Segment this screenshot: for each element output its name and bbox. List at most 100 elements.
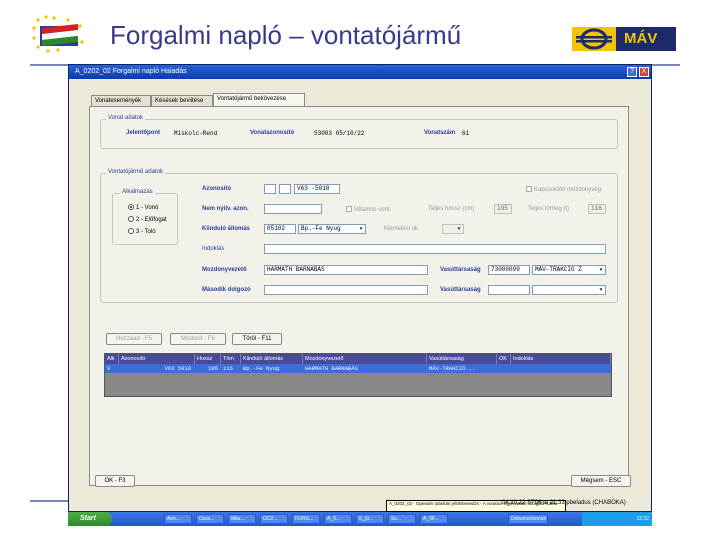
vehicle-prefix-field[interactable] (264, 184, 276, 194)
window-title: A_0202_02 Forgalmi napló Haladás (75, 68, 187, 75)
taskbar-item[interactable]: A_0F... (420, 514, 448, 524)
modify-button[interactable]: Módosít - F6 (170, 333, 226, 345)
company-label: Vasúttársaság (440, 267, 481, 273)
station-name-value: Bp.-Fe Nyug (301, 225, 341, 232)
note-field[interactable] (264, 244, 606, 254)
weight-label: Teljes tömeg (t) (528, 206, 570, 212)
company-code-field[interactable]: 73000099 (488, 265, 530, 275)
coupling-label: Kapcsolódó mozdonyvég (534, 187, 602, 193)
radio-pushing-icon (128, 228, 134, 234)
taskbar-item[interactable]: Ann... (164, 514, 192, 524)
col-header[interactable]: OK (497, 354, 511, 364)
reason-label: Kiemelési ok (384, 226, 419, 232)
taskbar-item[interactable]: FORU... (292, 514, 320, 524)
system-tray-clock: 12:32 (582, 512, 652, 526)
close-button[interactable]: X (639, 67, 649, 77)
tab-vehicle[interactable]: Vontatójármű bekövezése (213, 93, 305, 107)
window-titlebar: A_0202_02 Forgalmi napló Haladás ? X (69, 65, 651, 79)
radio-leading-label: 2 - Előfogat (136, 217, 167, 223)
taskbar-item[interactable]: OC2... (260, 514, 288, 524)
note-label: Indoklás (202, 246, 225, 252)
origin-value: Miskolc-Rend (174, 130, 218, 137)
train-id-label: Vonatazonosító (250, 130, 295, 136)
status-stamp: 04.10.22 ST06 at 21.33 pbeladus (CHABOKA… (502, 500, 626, 506)
add-button[interactable]: Hozzáad - F5 (106, 333, 162, 345)
company2-select[interactable]: ▼ (532, 285, 606, 295)
radio-pulling-icon (128, 204, 134, 210)
nonreg-field[interactable] (264, 204, 322, 214)
length-field[interactable]: 195 (494, 204, 512, 214)
taskbar-item[interactable]: 5_(0... (356, 514, 384, 524)
radio-pulling-label: 1 - Vonó (136, 205, 159, 211)
station-label: Kiinduló állomás (202, 226, 251, 232)
origin-label: Jelentőpont (126, 130, 160, 136)
second-worker-field[interactable] (264, 285, 428, 295)
slide-title: Forgalmi napló – vontatójármű (110, 20, 462, 50)
col-header[interactable]: Indoklás (511, 354, 611, 364)
col-header[interactable]: Hossz (195, 354, 221, 364)
vehicle-data-title: Vontatójármű adatok (106, 169, 166, 175)
table-cell (511, 364, 611, 373)
col-header[interactable]: Vasúttársaság (427, 354, 497, 364)
col-header[interactable]: Azonosító (119, 354, 195, 364)
mav-logo-text: MÁV (624, 30, 658, 47)
taskbar: Start Ann... Ossz... Mitu... OC2... FORU… (68, 512, 652, 526)
col-header[interactable]: Mozdonyvezető (303, 354, 427, 364)
table-row[interactable]: V V63 5018 195 116 Bp.-Fe Nyug HARMATH B… (105, 364, 611, 373)
coupling-checkbox[interactable]: Kapcsolódó mozdonyvég (526, 186, 601, 193)
taskbar-item[interactable]: Mitu... (228, 514, 256, 524)
weight-field[interactable]: 116 (588, 204, 606, 214)
radio-pushing-label: 3 - Toló (136, 229, 156, 235)
company-name-value: MÁV-TRAKCIÓ Z (535, 266, 582, 273)
ok-button[interactable]: OK - F3 (95, 475, 135, 487)
help-button[interactable]: ? (627, 67, 637, 77)
vehicle-id-label: Azonosító (202, 186, 231, 192)
vehicle-type-field[interactable] (279, 184, 291, 194)
station-name-select[interactable]: Bp.-Fe Nyug ▼ (298, 224, 366, 234)
table-cell: 116 (223, 365, 233, 372)
vehicle-id-field[interactable]: V63 -5018 (294, 184, 340, 194)
taskbar-item[interactable]: Sz... (388, 514, 416, 524)
position-group-title: Alkalmazás (120, 189, 155, 195)
driver-label: Mozdonyvezető (202, 267, 247, 273)
radio-pulling[interactable]: 1 - Vonó (128, 204, 158, 211)
train-id-value: 53003 05/10/22 (314, 130, 365, 137)
train-no-value: 61 (462, 130, 470, 137)
taskbar-item[interactable]: A_0... (324, 514, 352, 524)
table-cell: V (107, 365, 111, 372)
taskbar-item[interactable]: Ossz... (196, 514, 224, 524)
electric-checkbox[interactable]: Villamos vont. (346, 206, 391, 213)
nonreg-label: Nem nyilv. azon. (202, 206, 249, 212)
mav-logo: MÁV (572, 27, 676, 51)
col-header[interactable]: Töm (221, 354, 241, 364)
col-header[interactable]: Alk (105, 354, 119, 364)
station-code-field[interactable]: 05102 (264, 224, 296, 234)
table-cell: 195 (208, 365, 218, 372)
radio-leading[interactable]: 2 - Előfogat (128, 216, 167, 223)
mav-logo-icon (572, 27, 616, 51)
radio-pushing[interactable]: 3 - Toló (128, 228, 156, 235)
driver-field[interactable]: HARMATH BARNABÁS (264, 265, 428, 275)
length-label: Teljes hossz (cm) (428, 206, 475, 212)
chevron-down-icon: ▼ (359, 226, 363, 232)
train-data-title: Vonat adatok (106, 115, 146, 121)
company-select[interactable]: MÁV-TRAKCIÓ Z ▼ (532, 265, 606, 275)
table-cell: MÁV-TRAKCIÓ... (429, 365, 476, 372)
taskbar-item-documents[interactable]: Dokumentumok (508, 514, 548, 524)
table-cell: HARMATH BARNABÁS (305, 365, 358, 372)
start-button[interactable]: Start (68, 512, 112, 526)
company2-label: Vasúttársaság (440, 287, 481, 293)
app-window: A_0202_02 Forgalmi napló Haladás ? X Von… (68, 64, 652, 512)
delete-button[interactable]: Töröl - F11 (232, 333, 282, 345)
chevron-down-icon: ▼ (457, 226, 461, 232)
table-cell (497, 364, 511, 373)
col-header[interactable]: Kiinduló állomás (241, 354, 303, 364)
cancel-button[interactable]: Mégsem - ESC (571, 475, 631, 487)
electric-label: Villamos vont. (354, 207, 392, 213)
second-worker-label: Második dolgozó (202, 287, 251, 293)
electric-checkbox-icon (346, 206, 352, 212)
reason-select[interactable]: ▼ (442, 224, 464, 234)
tab-panel: Vonat adatok Jelentőpont Miskolc-Rend Vo… (89, 106, 629, 486)
company2-code-field[interactable] (488, 285, 530, 295)
table-cell: V63 5018 (164, 365, 191, 372)
